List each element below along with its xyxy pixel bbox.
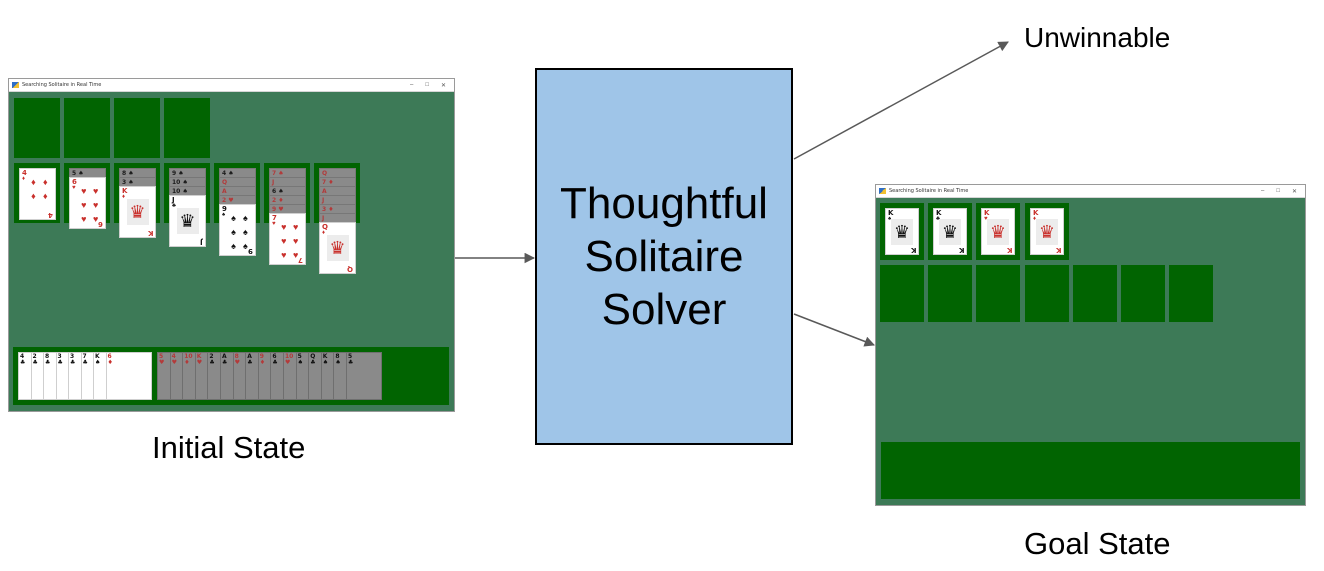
diagram-arrows [455,41,1009,347]
arrow-solver-to-goal [793,313,875,347]
arrow-solver-to-unwinnable [793,41,1009,160]
